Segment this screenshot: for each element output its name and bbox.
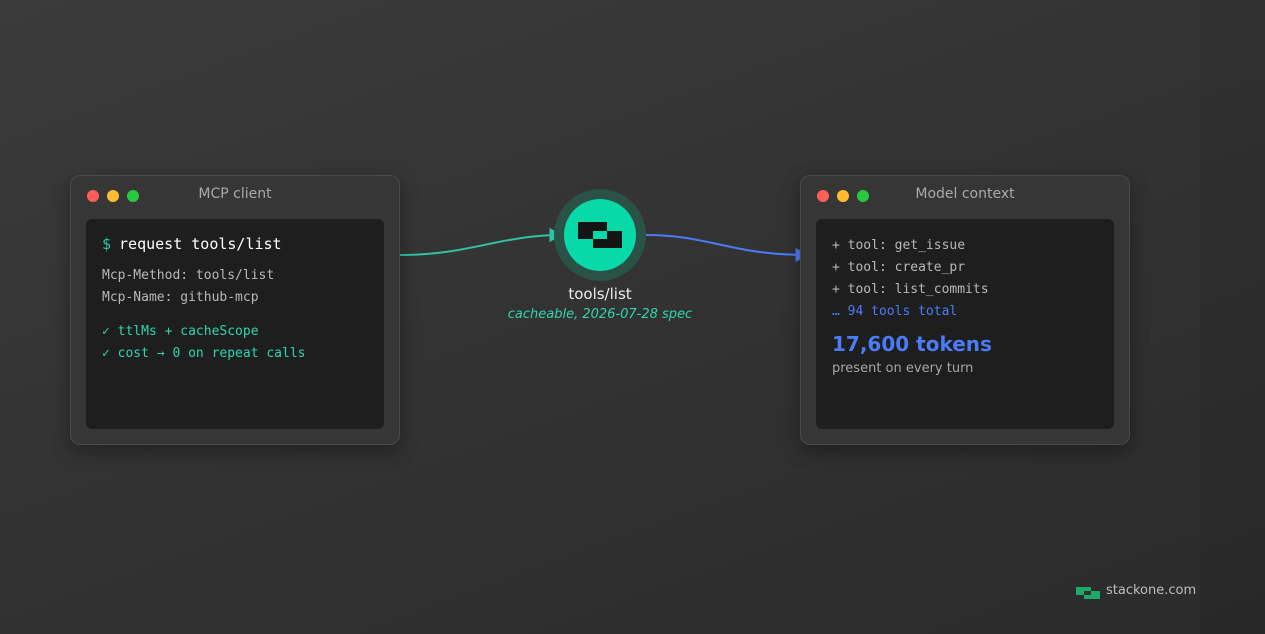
hub-node xyxy=(564,199,636,271)
model-context-window: Model context + tool: get_issue + tool: … xyxy=(800,175,1130,445)
tool-item: + tool: create_pr xyxy=(832,260,966,275)
tools-total: … 94 tools total xyxy=(832,304,958,319)
token-count: 17,600 tokens xyxy=(832,332,992,356)
check-ttl: ✓ ttlMs + cacheScope xyxy=(102,324,259,339)
stackone-logo-icon xyxy=(578,222,622,248)
header-method: Mcp-Method: tools/list xyxy=(102,268,275,283)
brand-link[interactable]: stackone.com xyxy=(1106,583,1196,598)
client-to-hub-arrow xyxy=(399,228,564,256)
context-terminal: + tool: get_issue + tool: create_pr + to… xyxy=(816,219,1114,429)
mcp-client-window: MCP client $ request tools/list Mcp-Metho… xyxy=(70,175,400,445)
client-terminal: $ request tools/list Mcp-Method: tools/li… xyxy=(86,219,384,429)
token-note: present on every turn xyxy=(832,361,974,376)
tool-item: + tool: get_issue xyxy=(832,238,966,253)
prompt-symbol: $ xyxy=(102,235,112,253)
tool-item: + tool: list_commits xyxy=(832,282,989,297)
context-window-title: Model context xyxy=(915,186,1015,202)
client-window-title: MCP client xyxy=(198,186,272,202)
command-text: request tools/list xyxy=(119,235,282,253)
header-name: Mcp-Name: github-mcp xyxy=(102,290,259,305)
context-titlebar: Model context xyxy=(801,176,1129,214)
check-cost: ✓ cost → 0 on repeat calls xyxy=(102,346,306,361)
hub-sublabel: cacheable, 2026-07-28 spec xyxy=(507,307,693,322)
hub-label: tools/list xyxy=(568,285,632,303)
command-line: $ request tools/list xyxy=(102,235,368,253)
client-titlebar: MCP client xyxy=(71,176,399,214)
stackone-brand-icon xyxy=(1076,587,1100,599)
hub-to-context-arrow xyxy=(645,234,810,262)
